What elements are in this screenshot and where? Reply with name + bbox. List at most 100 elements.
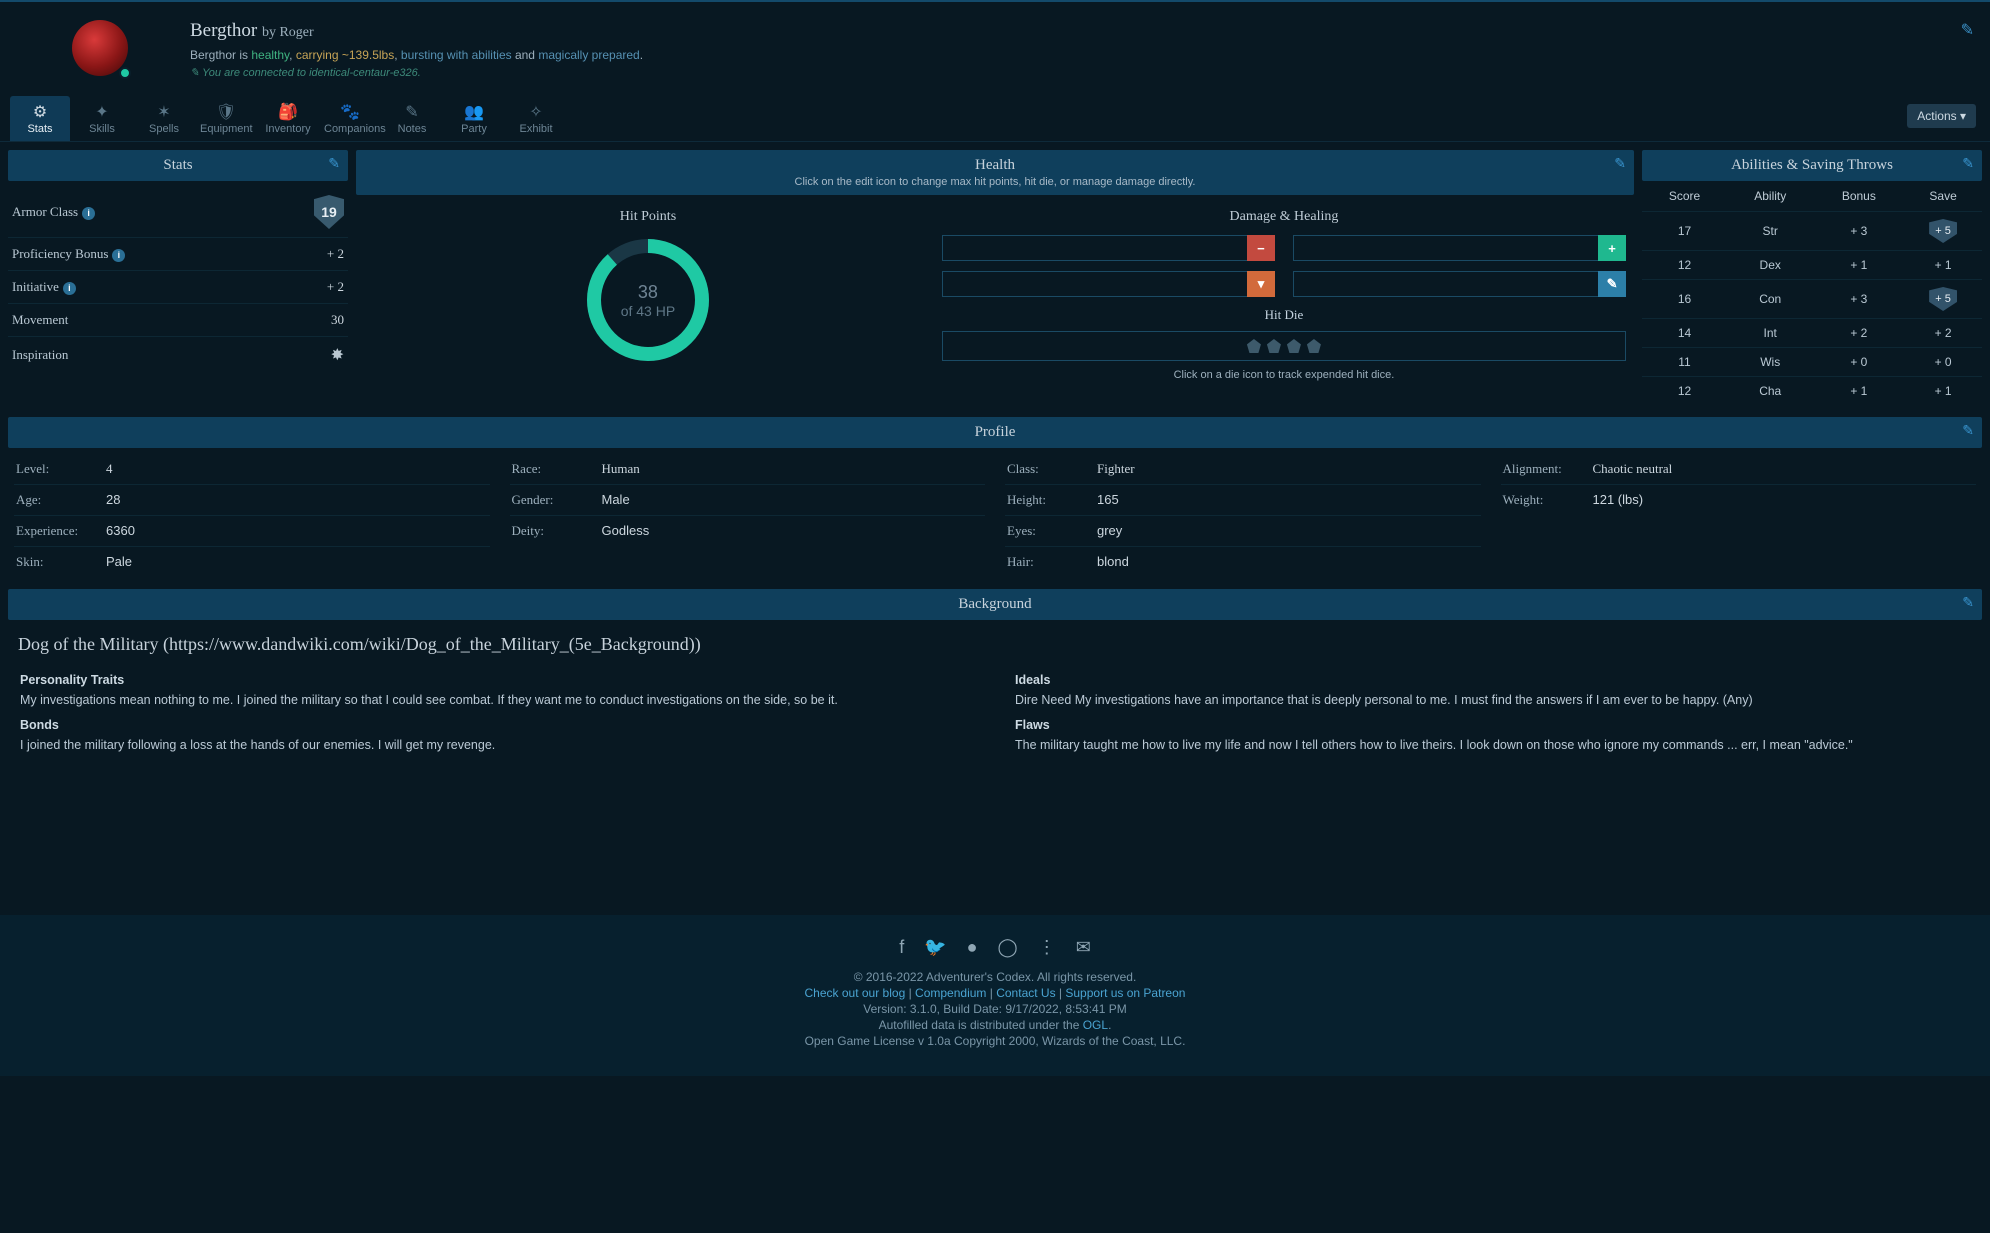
blog-link[interactable]: Check out our blog — [805, 986, 906, 1000]
profile-grid: Level:4Age:28Experience:6360Skin:PaleRac… — [8, 448, 1982, 577]
abilities-table: Score Ability Bonus Save 17Str+ 3+ 512De… — [1642, 181, 1982, 405]
ac-label: Armor Class — [12, 204, 78, 219]
ability-save: + 1 — [1904, 251, 1982, 280]
hitdie-icon[interactable] — [1247, 339, 1261, 353]
inspiration-icon[interactable]: ✸ — [331, 345, 344, 365]
stats-panel-header: Stats ✎ — [8, 150, 348, 181]
health-panel: Health Click on the edit icon to change … — [356, 150, 1634, 405]
profile-label: Alignment: — [1503, 461, 1593, 477]
profile-value: 6360 — [106, 523, 135, 539]
character-avatar[interactable] — [72, 20, 128, 76]
prof-label: Proficiency Bonus — [12, 246, 108, 261]
ability-save: + 2 — [1904, 319, 1982, 348]
col-ability: Ability — [1727, 181, 1813, 212]
temp-hp-input[interactable] — [1293, 271, 1598, 297]
status-end: . — [640, 48, 643, 62]
mail-icon[interactable]: ✉ — [1076, 937, 1091, 958]
status-line: Bergthor is healthy, carrying ~139.5lbs,… — [190, 48, 1961, 62]
background-text: My investigations mean nothing to me. I … — [20, 691, 975, 710]
heal-input[interactable] — [1293, 235, 1598, 261]
ability-score: 17 — [1642, 212, 1727, 251]
edit-icon[interactable]: ✎ — [1614, 156, 1626, 173]
ability-save: + 5 — [1904, 212, 1982, 251]
damage-minus-button[interactable]: − — [1247, 235, 1275, 261]
tab-spells[interactable]: ✶Spells — [134, 96, 194, 141]
background-heading: Personality Traits — [20, 673, 975, 687]
connection-status: ✎ You are connected to identical-centaur… — [190, 66, 1961, 79]
status-carrying[interactable]: carrying ~139.5lbs — [296, 48, 394, 62]
tab-notes[interactable]: ✎Notes — [382, 96, 442, 141]
temp-hp-button[interactable]: ✎ — [1598, 271, 1626, 297]
hp-max: of 43 HP — [621, 303, 675, 319]
stats-title: Stats — [163, 157, 192, 173]
actions-dropdown[interactable]: Actions ▾ — [1907, 104, 1976, 128]
hitdie-icon[interactable] — [1307, 339, 1321, 353]
facebook-icon[interactable]: f — [899, 937, 904, 958]
tab-equipment[interactable]: 🛡Equipment — [196, 96, 256, 141]
damage2-button[interactable]: ▾ — [1247, 271, 1275, 297]
background-name: Dog of the Military (https://www.dandwik… — [8, 620, 1982, 665]
stat-row-insp: Inspiration ✸ — [8, 337, 348, 373]
ability-score: 12 — [1642, 377, 1727, 406]
ability-name: Wis — [1727, 348, 1813, 377]
stat-row-init: Initiativei + 2 — [8, 271, 348, 304]
status-healthy[interactable]: healthy — [251, 48, 289, 62]
col-save: Save — [1904, 181, 1982, 212]
inventory-icon: 🎒 — [262, 102, 314, 120]
patreon-link[interactable]: Support us on Patreon — [1065, 986, 1185, 1000]
abilities-panel: Abilities & Saving Throws ✎ Score Abilit… — [1642, 150, 1982, 405]
info-icon[interactable]: i — [112, 249, 125, 262]
twitter-icon[interactable]: 🐦 — [924, 937, 946, 958]
status-prepared[interactable]: magically prepared — [538, 48, 639, 62]
status-and: and — [512, 48, 539, 62]
edit-header-icon[interactable]: ✎ — [1961, 20, 1980, 40]
profile-label: Eyes: — [1007, 523, 1097, 539]
ability-save: + 0 — [1904, 348, 1982, 377]
tab-party[interactable]: 👥Party — [444, 96, 504, 141]
profile-row: Level:4 — [14, 454, 490, 485]
hitdie-icon[interactable] — [1287, 339, 1301, 353]
tab-label: Skills — [89, 123, 115, 135]
profile-value: Fighter — [1097, 461, 1135, 477]
profile-label: Level: — [16, 461, 106, 477]
edit-icon[interactable]: ✎ — [1962, 423, 1974, 440]
init-value: + 2 — [327, 279, 344, 295]
tab-stats[interactable]: ⚙Stats — [10, 96, 70, 141]
damage-input[interactable] — [942, 235, 1247, 261]
edit-icon[interactable]: ✎ — [1962, 595, 1974, 612]
stat-row-move: Movement 30 — [8, 304, 348, 337]
contact-link[interactable]: Contact Us — [996, 986, 1055, 1000]
status-bursting[interactable]: bursting with abilities — [401, 48, 512, 62]
tab-label: Spells — [149, 123, 179, 135]
github-icon[interactable]: ◯ — [998, 937, 1018, 958]
profile-title: Profile — [975, 424, 1016, 440]
character-name-line: Bergthor by Roger — [190, 20, 1961, 42]
edit-icon[interactable]: ✎ — [1962, 156, 1974, 173]
connection-text: You are connected to identical-centaur-e… — [202, 67, 421, 79]
edit-icon[interactable]: ✎ — [328, 156, 340, 173]
save-shield: + 5 — [1929, 219, 1957, 243]
heal-input-group: + — [1293, 235, 1626, 261]
save-shield: + 5 — [1929, 287, 1957, 311]
info-icon[interactable]: i — [82, 207, 95, 220]
reddit-icon[interactable]: ● — [967, 937, 978, 958]
damage2-input[interactable] — [942, 271, 1247, 297]
tab-companions[interactable]: 🐾Companions — [320, 96, 380, 141]
ogl-link[interactable]: OGL — [1083, 1018, 1108, 1032]
ability-row: 14Int+ 2+ 2 — [1642, 319, 1982, 348]
background-title: Background — [958, 596, 1031, 612]
tab-skills[interactable]: ✦Skills — [72, 96, 132, 141]
info-icon[interactable]: i — [63, 282, 76, 295]
profile-row: Skin:Pale — [14, 547, 490, 577]
background-text: Dire Need My investigations have an impo… — [1015, 691, 1970, 710]
ability-row: 12Dex+ 1+ 1 — [1642, 251, 1982, 280]
tab-inventory[interactable]: 🎒Inventory — [258, 96, 318, 141]
tab-label: Equipment — [200, 123, 253, 135]
temp-hp-input-group: ✎ — [1293, 271, 1626, 297]
compendium-link[interactable]: Compendium — [915, 986, 986, 1000]
rss-icon[interactable]: ⋮ — [1038, 937, 1056, 958]
heal-plus-button[interactable]: + — [1598, 235, 1626, 261]
hitdie-icon[interactable] — [1267, 339, 1281, 353]
profile-label: Weight: — [1503, 492, 1593, 508]
tab-exhibit[interactable]: ✧Exhibit — [506, 96, 566, 141]
